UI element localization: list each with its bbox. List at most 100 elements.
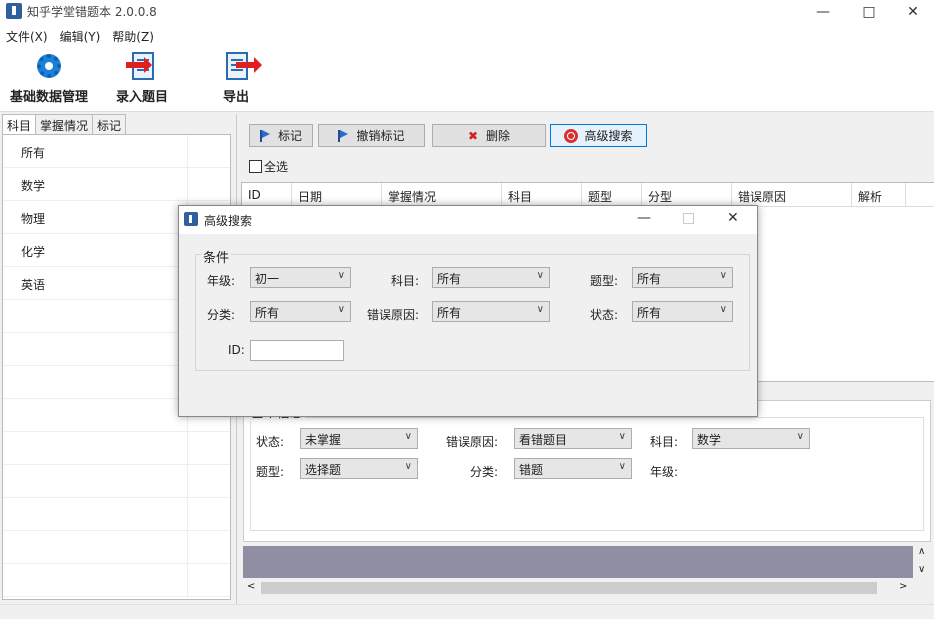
category-label: 分类: bbox=[207, 308, 236, 322]
category-select[interactable]: 错题 ∨ bbox=[514, 458, 632, 479]
id-input[interactable] bbox=[250, 340, 344, 361]
column-header[interactable]: 科目 bbox=[502, 183, 582, 206]
chevron-down-icon: ∨ bbox=[719, 304, 727, 315]
menu-bar: 文件(X) 编辑(Y) 帮助(Z) bbox=[0, 24, 934, 46]
tab-mastery[interactable]: 掌握情况 bbox=[35, 114, 94, 134]
category-value: 所有 bbox=[255, 306, 280, 320]
column-header[interactable]: 题型 bbox=[582, 183, 642, 206]
basic-info-panel: 状态: 未掌握 ∨ 错误原因: 看错题目 ∨ 科目: 数学 ∨ 题型: 选择题 ∨ 分类… bbox=[243, 400, 931, 542]
list-item[interactable]: 数学 bbox=[3, 168, 230, 201]
id-label: ID: bbox=[228, 343, 245, 357]
menu-edit[interactable]: 编辑(Y) bbox=[54, 24, 107, 46]
error-reason-select[interactable]: 看错题目 ∨ bbox=[514, 428, 632, 449]
basic-data-button[interactable]: 基础数据管理 bbox=[10, 50, 88, 105]
status-select[interactable]: 未掌握 ∨ bbox=[300, 428, 418, 449]
menu-help[interactable]: 帮助(Z) bbox=[106, 24, 160, 46]
app-icon bbox=[184, 212, 198, 226]
export-button[interactable]: 导出 bbox=[220, 50, 262, 105]
column-header[interactable]: 解析 bbox=[852, 183, 906, 206]
column-header[interactable]: 日期 bbox=[292, 183, 382, 206]
subject-label: 英语 bbox=[21, 278, 46, 292]
search-icon bbox=[564, 128, 579, 143]
chevron-left-icon[interactable]: < bbox=[247, 581, 255, 592]
chevron-down-icon: ∨ bbox=[618, 431, 626, 442]
left-tabs: 科目 掌握情况 标记 bbox=[2, 114, 231, 134]
subject-label: 化学 bbox=[21, 245, 46, 259]
advanced-search-button[interactable]: 高级搜索 bbox=[550, 124, 647, 147]
status-value: 未掌握 bbox=[305, 433, 342, 447]
horizontal-scrollbar[interactable]: < > bbox=[243, 580, 913, 596]
subject-select[interactable]: 所有 ∨ bbox=[432, 267, 550, 288]
scroll-thumb[interactable] bbox=[261, 582, 877, 594]
mark-label: 标记 bbox=[277, 129, 302, 143]
subject-value: 数学 bbox=[697, 433, 722, 447]
advanced-search-dialog: 高级搜索 — □ ✕ 条件 年级: 初一 ∨ 科目: 所有 ∨ 题型: 所有 ∨ 分类… bbox=[178, 205, 758, 417]
import-document-icon bbox=[126, 50, 158, 82]
chevron-down-icon: ∨ bbox=[618, 461, 626, 472]
error-reason-label: 错误原因: bbox=[367, 308, 420, 322]
list-item bbox=[3, 498, 230, 531]
chevron-right-icon[interactable]: > bbox=[899, 581, 907, 592]
maximize-button: □ bbox=[682, 210, 696, 226]
list-item bbox=[3, 432, 230, 465]
list-item bbox=[3, 465, 230, 498]
chevron-down-icon: ∨ bbox=[536, 270, 544, 281]
gear-icon bbox=[33, 50, 65, 82]
subject-label: 科目: bbox=[391, 274, 420, 288]
close-button[interactable]: ✕ bbox=[727, 210, 739, 226]
vertical-scrollbar[interactable]: ∧ ∨ bbox=[915, 546, 931, 580]
unmark-button[interactable]: 撤销标记 bbox=[318, 124, 425, 147]
menu-file[interactable]: 文件(X) bbox=[0, 24, 54, 46]
chevron-down-icon: ∨ bbox=[719, 270, 727, 281]
subject-value: 所有 bbox=[437, 272, 462, 286]
subject-label: 科目: bbox=[650, 435, 679, 449]
type-value: 所有 bbox=[637, 272, 662, 286]
column-header[interactable]: 掌握情况 bbox=[382, 183, 502, 206]
table-header: ID 日期 掌握情况 科目 题型 分型 错误原因 解析 bbox=[242, 183, 934, 207]
checkbox-icon bbox=[249, 160, 262, 173]
subject-select[interactable]: 数学 ∨ bbox=[692, 428, 810, 449]
column-header[interactable]: ID bbox=[242, 183, 292, 206]
list-item[interactable]: 所有 bbox=[3, 135, 230, 168]
column-header[interactable]: 错误原因 bbox=[732, 183, 852, 206]
column-header[interactable]: 分型 bbox=[642, 183, 732, 206]
status-label: 状态: bbox=[590, 308, 619, 322]
app-icon bbox=[6, 3, 22, 19]
chevron-up-icon[interactable]: ∧ bbox=[918, 546, 925, 557]
minimize-button[interactable]: — bbox=[637, 210, 651, 226]
delete-button[interactable]: ✖ 删除 bbox=[432, 124, 546, 147]
advanced-search-label: 高级搜索 bbox=[584, 129, 633, 143]
mark-button[interactable]: 标记 bbox=[249, 124, 313, 147]
type-label: 题型: bbox=[590, 274, 619, 288]
close-button[interactable]: ✕ bbox=[890, 0, 934, 24]
grade-label: 年级: bbox=[207, 274, 236, 288]
tab-subject[interactable]: 科目 bbox=[2, 114, 37, 134]
type-label: 题型: bbox=[256, 465, 285, 479]
grade-select[interactable]: 初一 ∨ bbox=[250, 267, 351, 288]
chevron-down-icon[interactable]: ∨ bbox=[918, 564, 925, 575]
conditions-legend: 条件 bbox=[201, 247, 232, 266]
enter-question-button[interactable]: 录入题目 bbox=[116, 50, 168, 105]
error-reason-label: 错误原因: bbox=[446, 435, 499, 449]
dialog-title: 高级搜索 bbox=[204, 214, 253, 228]
flag-icon bbox=[259, 129, 270, 142]
export-label: 导出 bbox=[222, 90, 249, 105]
error-reason-select[interactable]: 所有 ∨ bbox=[432, 301, 550, 322]
maximize-button[interactable]: □ bbox=[846, 0, 892, 24]
tab-marked[interactable]: 标记 bbox=[92, 114, 127, 134]
minimize-button[interactable]: — bbox=[800, 0, 846, 24]
basic-data-label: 基础数据管理 bbox=[10, 90, 89, 105]
category-value: 错题 bbox=[519, 463, 544, 477]
type-select[interactable]: 选择题 ∨ bbox=[300, 458, 418, 479]
category-select[interactable]: 所有 ∨ bbox=[250, 301, 351, 322]
status-value: 所有 bbox=[637, 306, 662, 320]
preview-area: ∧ ∨ < > bbox=[243, 546, 931, 598]
status-select[interactable]: 所有 ∨ bbox=[632, 301, 733, 322]
unmark-label: 撤销标记 bbox=[356, 129, 405, 143]
type-select[interactable]: 所有 ∨ bbox=[632, 267, 733, 288]
category-label: 分类: bbox=[470, 465, 499, 479]
error-reason-value: 所有 bbox=[437, 306, 462, 320]
list-item bbox=[3, 531, 230, 564]
select-all-checkbox[interactable]: 全选 bbox=[249, 158, 288, 175]
delete-label: 删除 bbox=[486, 129, 511, 143]
